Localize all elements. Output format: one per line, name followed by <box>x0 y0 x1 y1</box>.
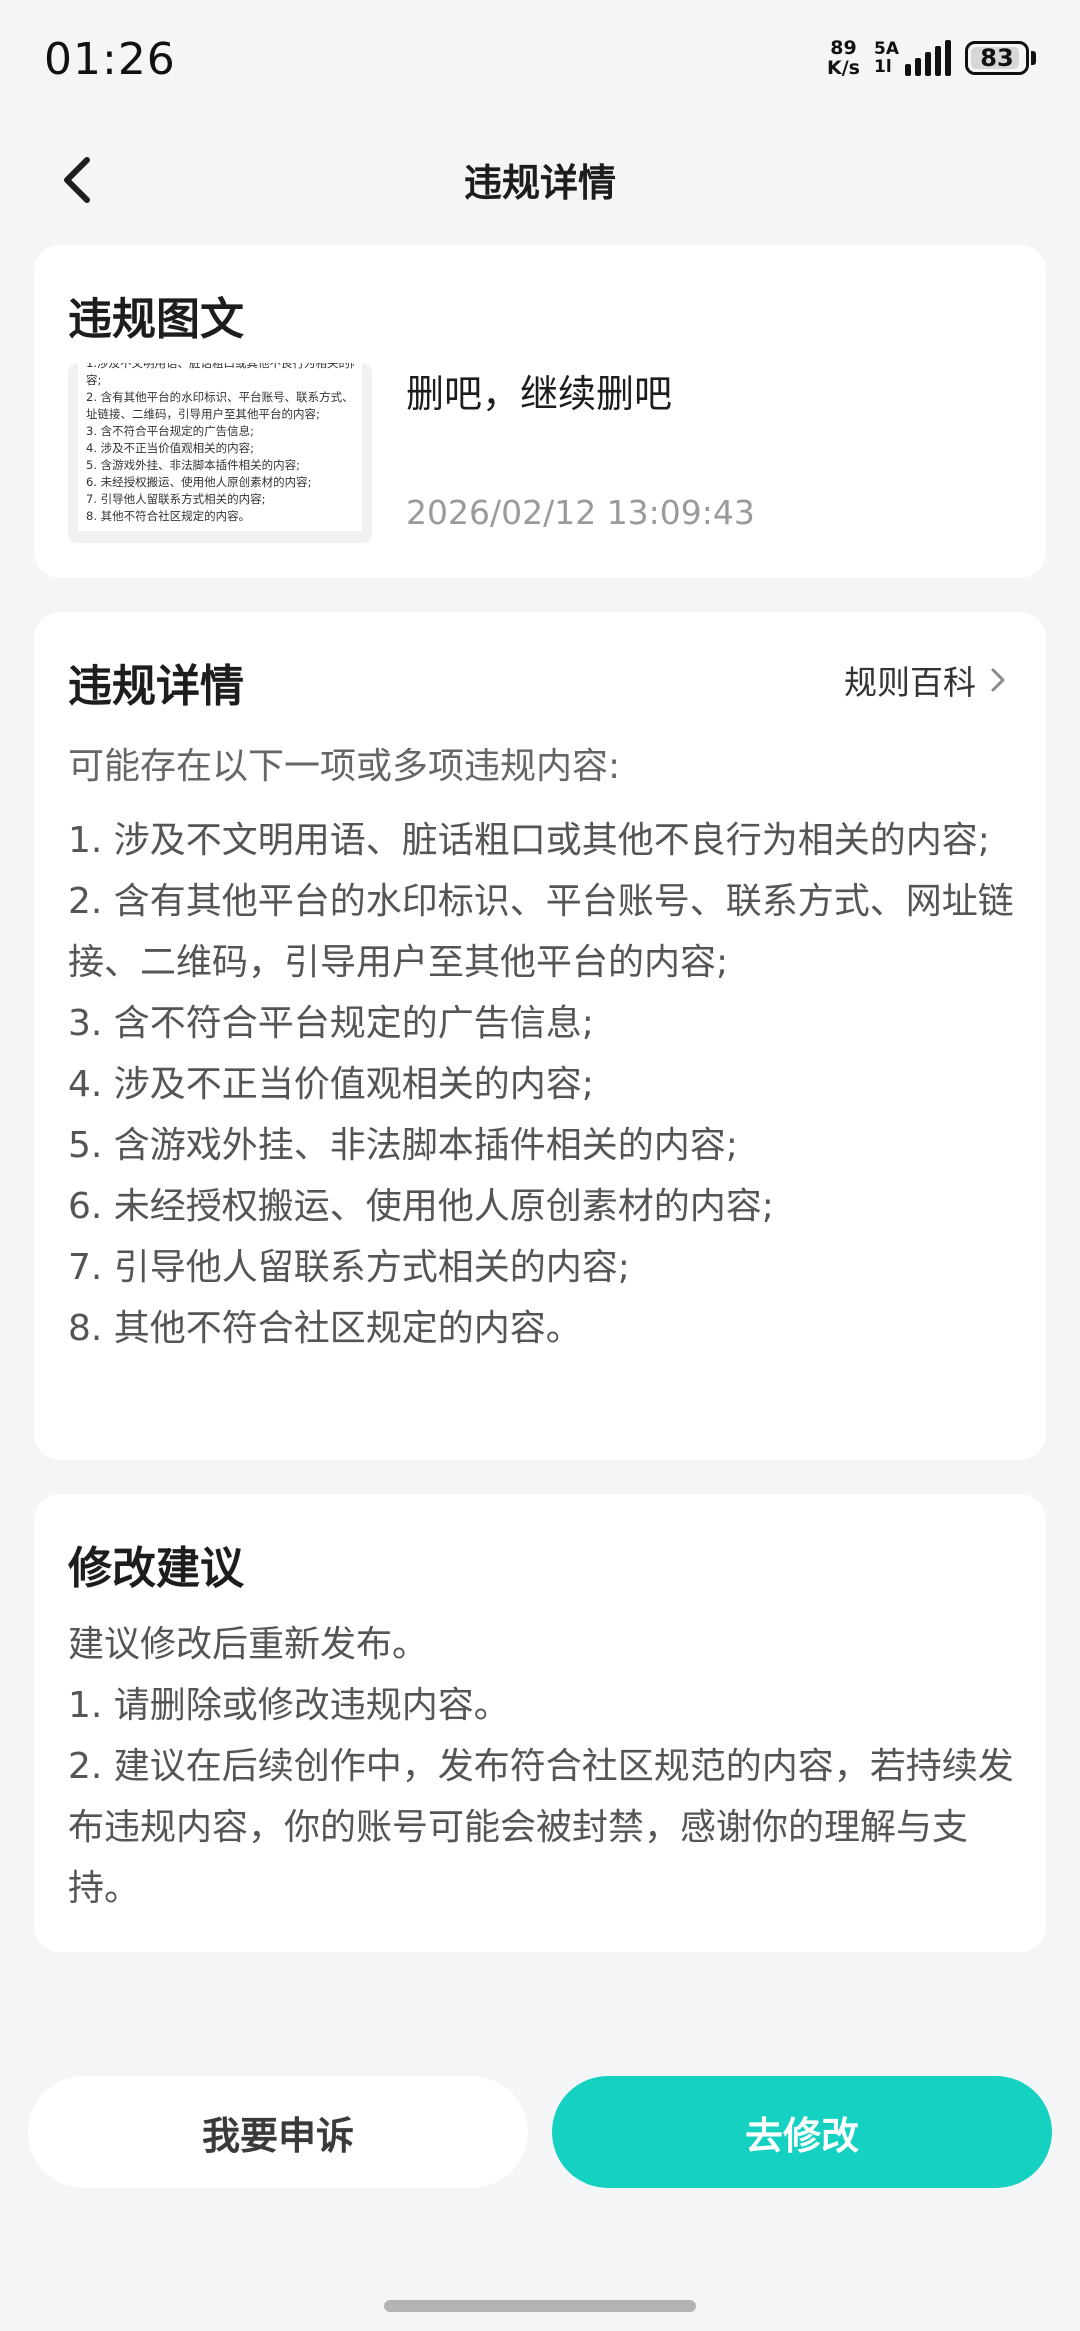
network-speed-value: 89 <box>830 37 857 59</box>
suggestions-card: 修改建议 建议修改后重新发布。 1. 请删除或修改违规内容。 2. 建议在后续创… <box>34 1494 1046 1952</box>
violation-item: 2. 含有其他平台的水印标识、平台账号、联系方式、网址链接、二维码，引导用户至其… <box>68 881 1014 983</box>
violation-item: 8. 其他不符合社区规定的内容。 <box>68 1308 582 1349</box>
battery-level: 83 <box>980 44 1014 72</box>
status-icons: 89 K/s 5A 1l 83 <box>827 38 1036 78</box>
thumbnail-text-line: 3. 含不符合平台规定的广告信息; <box>86 424 255 438</box>
home-indicator[interactable] <box>384 2300 696 2312</box>
violation-item: 3. 含不符合平台规定的广告信息; <box>68 1003 594 1044</box>
network-speed: 89 K/s <box>827 38 860 78</box>
suggestions-body: 建议修改后重新发布。 1. 请删除或修改违规内容。 2. 建议在后续创作中，发布… <box>68 1614 1018 1919</box>
suggestion-line: 2. 建议在后续创作中，发布符合社区规范的内容，若持续发布违规内容，你的账号可能… <box>68 1746 1014 1909</box>
post-time: 2026/02/12 13:09:43 <box>406 493 755 532</box>
violation-intro: 可能存在以下一项或多项违规内容: <box>68 746 621 787</box>
post-thumbnail[interactable]: 1.涉及不文明用语、脏话粗口或其他不良行为相关的内容; 2. 含有其他平台的水印标… <box>68 363 372 543</box>
suggestion-line: 建议修改后重新发布。 <box>68 1624 429 1665</box>
rules-link-label: 规则百科 <box>844 663 976 702</box>
violation-details-card: 违规详情 规则百科 可能存在以下一项或多项违规内容: 1. 涉及不文明用语、脏话… <box>34 612 1046 1460</box>
signal-sub-label: 1l <box>874 57 892 77</box>
violation-item: 4. 涉及不正当价值观相关的内容; <box>68 1064 594 1105</box>
violation-item: 5. 含游戏外挂、非法脚本插件相关的内容; <box>68 1125 738 1166</box>
thumbnail-text-line: 址链接、二维码，引导用户至其他平台的内容; <box>86 407 320 421</box>
status-time: 01:26 <box>44 34 176 85</box>
post-text: 删吧，继续删吧 <box>406 372 673 416</box>
thumbnail-text-line: 1.涉及不文明用语、脏话粗口或其他不良行为相关的内 <box>86 363 354 370</box>
violation-details-title: 违规详情 <box>68 661 244 712</box>
suggestion-line: 1. 请删除或修改违规内容。 <box>68 1685 510 1726</box>
battery-icon: 83 <box>965 41 1036 75</box>
thumbnail-text-line: 5. 含游戏外挂、非法脚本插件相关的内容; <box>86 458 301 472</box>
signal-label: 5A <box>874 39 899 59</box>
thumbnail-text-line: 2. 含有其他平台的水印标识、平台账号、联系方式、网 <box>86 390 354 404</box>
violation-item: 6. 未经授权搬运、使用他人原创素材的内容; <box>68 1186 774 1227</box>
network-speed-unit: K/s <box>827 57 860 79</box>
edit-button[interactable]: 去修改 <box>552 2076 1052 2188</box>
thumbnail-text-line: 7. 引导他人留联系方式相关的内容; <box>86 492 266 506</box>
appeal-button[interactable]: 我要申诉 <box>28 2076 528 2188</box>
status-bar: 01:26 89 K/s 5A 1l 83 <box>0 0 1080 120</box>
signal-icon: 5A 1l <box>874 40 951 76</box>
rules-encyclopedia-link[interactable]: 规则百科 <box>844 656 1006 704</box>
violation-list: 1. 涉及不文明用语、脏话粗口或其他不良行为相关的内容; 2. 含有其他平台的水… <box>68 810 1018 1359</box>
chevron-right-icon <box>991 668 1005 692</box>
thumbnail-text-line: 4. 涉及不正当价值观相关的内容; <box>86 441 255 455</box>
violation-post-title: 违规图文 <box>68 294 244 345</box>
thumbnail-text-line: 6. 未经授权搬运、使用他人原创素材的内容; <box>86 475 312 489</box>
violation-item: 1. 涉及不文明用语、脏话粗口或其他不良行为相关的内容; <box>68 820 990 861</box>
page-title: 违规详情 <box>463 161 616 205</box>
thumbnail-text-line: 容; <box>86 373 102 387</box>
suggestions-title: 修改建议 <box>68 1543 244 1594</box>
violation-post-card: 违规图文 1.涉及不文明用语、脏话粗口或其他不良行为相关的内容; 2. 含有其他平… <box>34 245 1046 578</box>
thumbnail-text-line: 8. 其他不符合社区规定的内容。 <box>86 509 251 523</box>
nav-bar: 违规详情 <box>0 130 1080 230</box>
violation-item: 7. 引导他人留联系方式相关的内容; <box>68 1247 630 1288</box>
